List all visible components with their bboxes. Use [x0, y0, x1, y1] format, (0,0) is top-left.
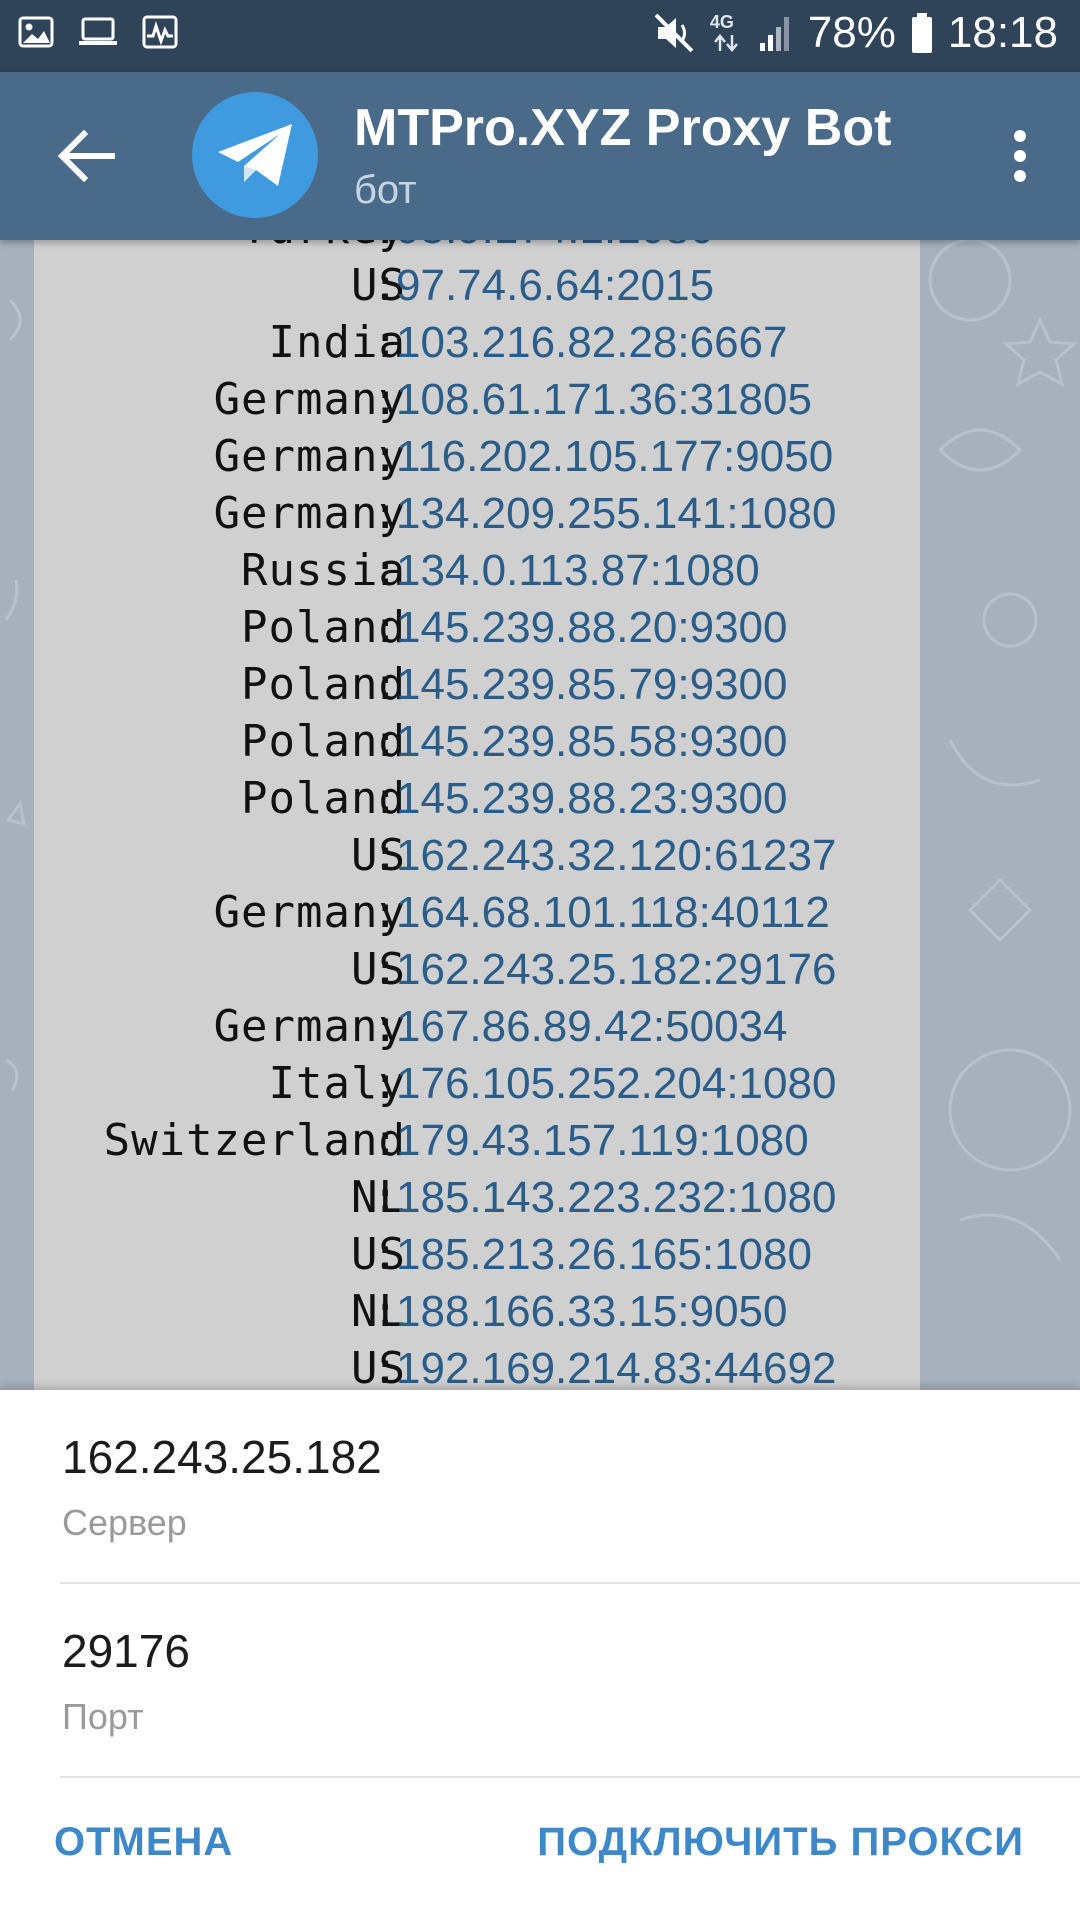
telegram-plane-icon [218, 124, 292, 186]
colon-separator: : [372, 1172, 399, 1223]
proxy-row: Germany : 134.209.255.141:1080 [34, 485, 920, 542]
message-bubble: Turkey : 95.9.174.1:1080 US : 97.74.6.64… [34, 240, 920, 1390]
colon-separator: : [372, 488, 399, 539]
proxy-address-link[interactable]: 185.213.26.165:1080 [396, 1226, 812, 1283]
clock: 18:18 [947, 8, 1058, 57]
proxy-row: NL : 185.143.223.232:1080 [34, 1169, 920, 1226]
network-type-label: 4G [709, 12, 734, 32]
battery-percent: 78% [807, 8, 896, 57]
colon-separator: : [372, 1343, 399, 1390]
proxy-address-link[interactable]: 188.166.33.15:9050 [396, 1283, 788, 1340]
colon-separator: : [372, 260, 399, 311]
proxy-address-link[interactable]: 185.143.223.232:1080 [396, 1169, 836, 1226]
proxy-address-link[interactable]: 192.169.214.83:44692 [396, 1340, 836, 1390]
port-label: Порт [62, 1696, 144, 1737]
proxy-row: US : 185.213.26.165:1080 [34, 1226, 920, 1283]
more-vert-icon[interactable] [990, 122, 1050, 190]
proxy-row: Poland : 145.239.85.79:9300 [34, 656, 920, 713]
proxy-address-link[interactable]: 134.0.113.87:1080 [396, 542, 760, 599]
divider [60, 1582, 1080, 1584]
back-arrow-icon[interactable] [52, 122, 120, 190]
proxy-address-link[interactable]: 116.202.105.177:9050 [396, 428, 833, 485]
proxy-address-link[interactable]: 162.243.25.182:29176 [396, 941, 836, 998]
proxy-row: Poland : 145.239.88.20:9300 [34, 599, 920, 656]
proxy-address-link[interactable]: 103.216.82.28:6667 [396, 314, 788, 371]
chat-area[interactable]: Turkey : 95.9.174.1:1080 US : 97.74.6.64… [0, 240, 1080, 1390]
proxy-row: Germany : 108.61.171.36:31805 [34, 371, 920, 428]
proxy-row: Turkey : 95.9.174.1:1080 [34, 240, 920, 257]
proxy-address-link[interactable]: 134.209.255.141:1080 [396, 485, 836, 542]
signal-icon [759, 17, 789, 51]
colon-separator: : [372, 887, 399, 938]
proxy-row: India : 103.216.82.28:6667 [34, 314, 920, 371]
colon-separator: : [372, 374, 399, 425]
chat-header: MTPro.XYZ Proxy Bot бот [0, 72, 1080, 240]
divider [60, 1776, 1080, 1778]
proxy-row: Germany : 116.202.105.177:9050 [34, 428, 920, 485]
colon-separator: : [372, 830, 399, 881]
proxy-address-link[interactable]: 167.86.89.42:50034 [396, 998, 788, 1055]
proxy-address-link[interactable]: 164.68.101.118:40112 [396, 884, 830, 941]
colon-separator: : [372, 773, 399, 824]
proxy-row: Germany : 164.68.101.118:40112 [34, 884, 920, 941]
country-label: Switzerland [103, 1115, 406, 1166]
proxy-bottom-sheet: 162.243.25.182 Сервер 29176 Порт ОТМЕНА … [0, 1390, 1080, 1920]
proxy-address-link[interactable]: 145.239.88.20:9300 [396, 599, 788, 656]
proxy-row: US : 162.243.32.120:61237 [34, 827, 920, 884]
proxy-address-link[interactable]: 145.239.88.23:9300 [396, 770, 788, 827]
proxy-row: Germany : 167.86.89.42:50034 [34, 998, 920, 1055]
colon-separator: : [372, 317, 399, 368]
chat-title[interactable]: MTPro.XYZ Proxy Bot [354, 98, 891, 158]
proxy-address-link[interactable]: 95.9.174.1:1080 [396, 240, 714, 257]
proxy-row: NL : 188.166.33.15:9050 [34, 1283, 920, 1340]
proxy-row: US : 97.74.6.64:2015 [34, 257, 920, 314]
proxy-row: Poland : 145.239.85.58:9300 [34, 713, 920, 770]
colon-separator: : [372, 1001, 399, 1052]
colon-separator: : [372, 602, 399, 653]
cancel-button[interactable]: ОТМЕНА [54, 1820, 233, 1865]
proxy-row: Poland : 145.239.88.23:9300 [34, 770, 920, 827]
colon-separator: : [372, 659, 399, 710]
network-indicator: 4G [710, 11, 744, 55]
colon-separator: : [372, 545, 399, 596]
colon-separator: : [372, 1115, 399, 1166]
proxy-row: US : 162.243.25.182:29176 [34, 941, 920, 998]
proxy-address-link[interactable]: 176.105.252.204:1080 [396, 1055, 836, 1112]
data-arrows-icon [713, 34, 738, 52]
colon-separator: : [372, 431, 399, 482]
proxy-address-link[interactable]: 162.243.32.120:61237 [396, 827, 836, 884]
battery-icon [911, 13, 932, 53]
status-left-icons [18, 14, 178, 50]
colon-separator: : [372, 240, 399, 257]
server-label: Сервер [62, 1502, 187, 1543]
colon-separator: : [372, 1058, 399, 1109]
proxy-row: Italy : 176.105.252.204:1080 [34, 1055, 920, 1112]
proxy-address-link[interactable]: 97.74.6.64:2015 [396, 257, 714, 314]
laptop-icon [79, 17, 117, 45]
bot-avatar[interactable] [192, 92, 318, 218]
status-bar: 4G 78% 18:18 [0, 0, 1080, 72]
proxy-row: US : 192.169.214.83:44692 [34, 1340, 920, 1390]
gallery-icon [18, 16, 54, 48]
proxy-address-link[interactable]: 145.239.85.79:9300 [396, 656, 788, 713]
mute-icon [654, 13, 694, 53]
proxy-address-link[interactable]: 179.43.157.119:1080 [396, 1112, 809, 1169]
server-field[interactable]: 162.243.25.182 [62, 1430, 382, 1484]
activity-icon [142, 15, 178, 49]
proxy-address-link[interactable]: 145.239.85.58:9300 [396, 713, 788, 770]
colon-separator: : [372, 1229, 399, 1280]
status-right: 4G 78% 18:18 [654, 8, 1058, 58]
connect-proxy-button[interactable]: ПОДКЛЮЧИТЬ ПРОКСИ [537, 1820, 1024, 1865]
proxy-row: Switzerland : 179.43.157.119:1080 [34, 1112, 920, 1169]
proxy-row: Russia : 134.0.113.87:1080 [34, 542, 920, 599]
colon-separator: : [372, 716, 399, 767]
chat-subtitle: бот [354, 168, 417, 212]
port-field[interactable]: 29176 [62, 1624, 190, 1678]
proxy-address-link[interactable]: 108.61.171.36:31805 [396, 371, 812, 428]
colon-separator: : [372, 1286, 399, 1337]
colon-separator: : [372, 944, 399, 995]
